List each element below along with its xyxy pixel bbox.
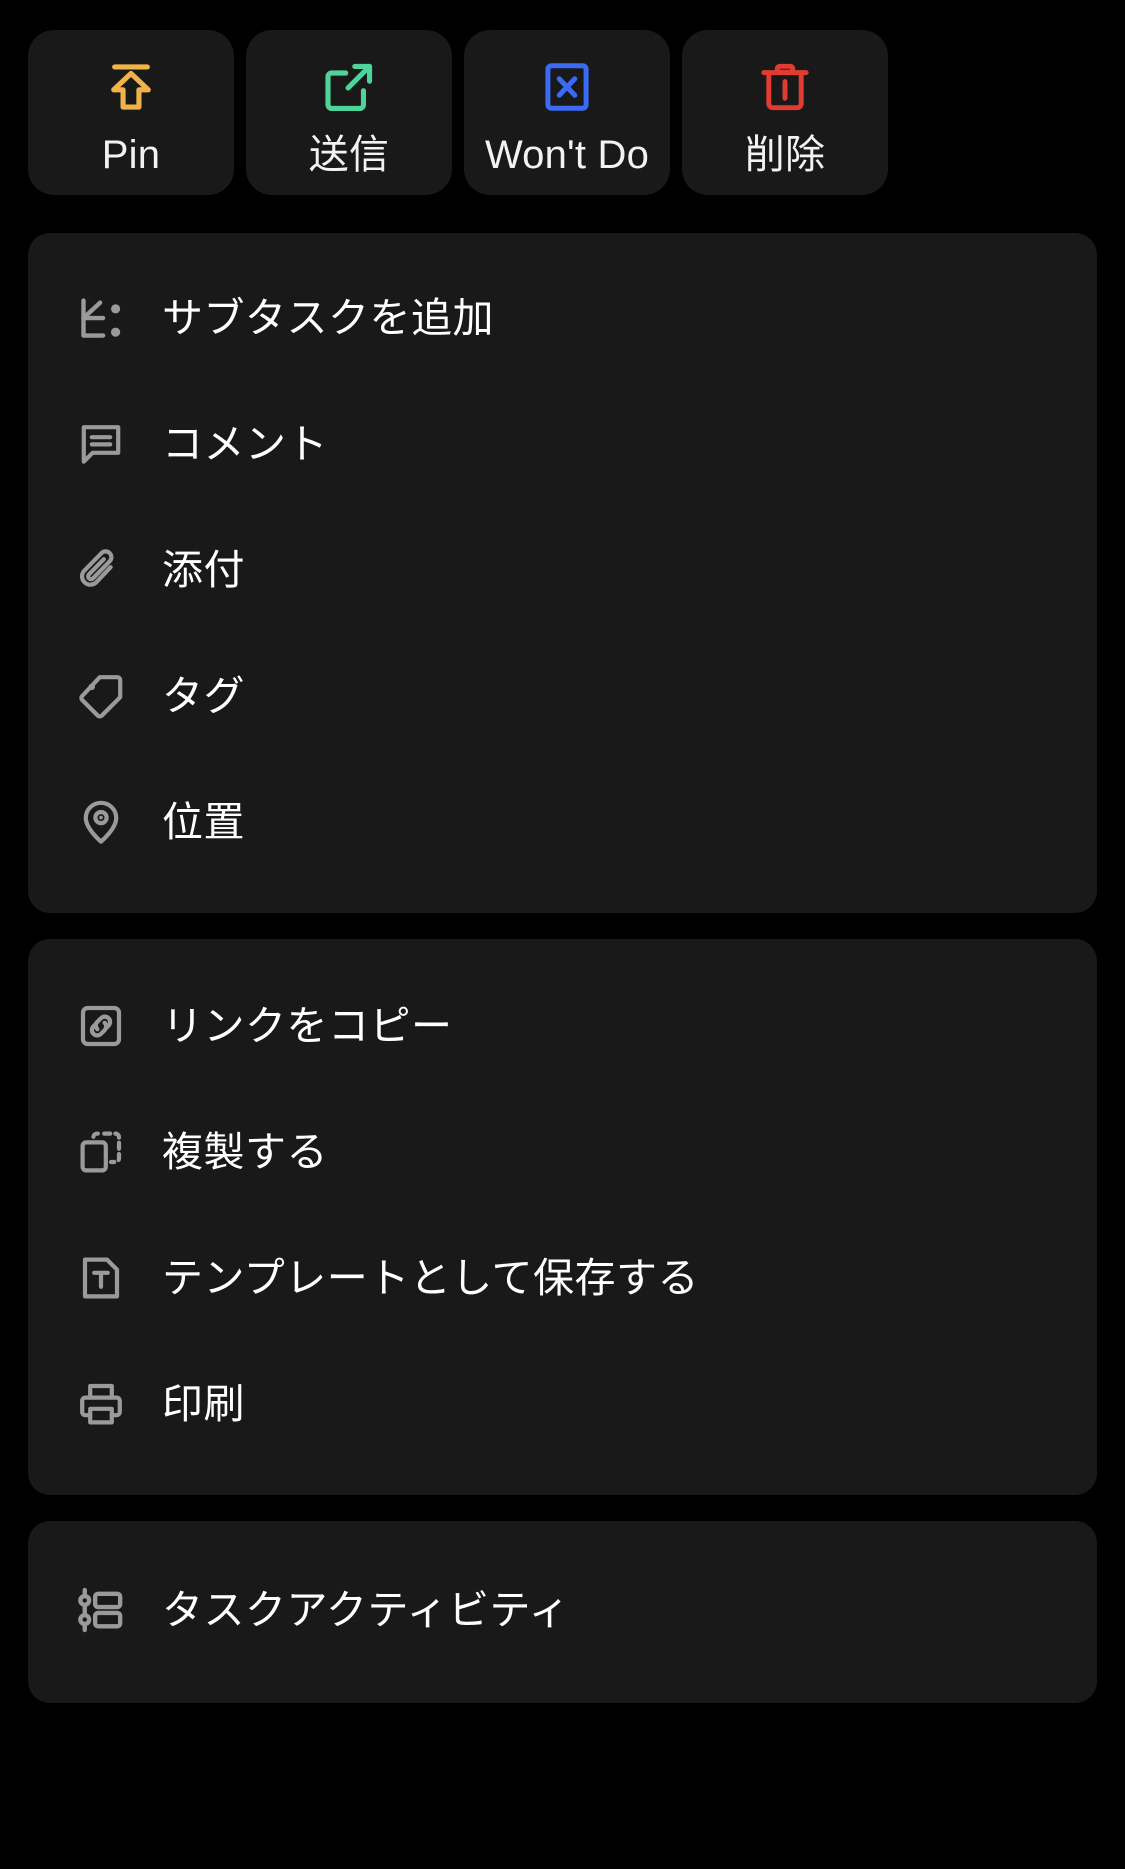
menu-item-label: 複製する — [162, 1129, 328, 1175]
paperclip-icon — [74, 543, 128, 597]
trash-icon — [754, 56, 816, 118]
menu-item-label: タスクアクティビティ — [162, 1587, 571, 1633]
quick-action-label: Won't Do — [484, 133, 650, 177]
menu-item-print[interactable]: 印刷 — [28, 1341, 1097, 1467]
menu-item-label: 添付 — [162, 547, 245, 593]
menu-item-task-activity[interactable]: タスクアクティビティ — [28, 1547, 1097, 1673]
pin-to-top-icon — [100, 56, 162, 118]
task-content-group: サブタスクを追加 コメント 添付 タグ 位置 — [28, 233, 1097, 913]
quick-action-label: Pin — [101, 133, 161, 177]
task-activity-group: タスクアクティビティ — [28, 1521, 1097, 1703]
quick-action-wont-do[interactable]: Won't Do — [464, 30, 670, 195]
menu-item-duplicate[interactable]: 複製する — [28, 1089, 1097, 1215]
menu-item-label: 印刷 — [162, 1381, 245, 1427]
x-square-icon — [536, 56, 598, 118]
tag-icon — [74, 669, 128, 723]
menu-item-label: テンプレートとして保存する — [162, 1255, 700, 1301]
menu-item-attachment[interactable]: 添付 — [28, 507, 1097, 633]
quick-action-label: 送信 — [308, 133, 390, 177]
printer-icon — [74, 1377, 128, 1431]
quick-actions-row: Pin 送信 Won't Do 削除 — [0, 0, 1125, 195]
comment-icon — [74, 417, 128, 471]
task-actions-group: リンクをコピー 複製する テンプレートとして保存する 印刷 — [28, 939, 1097, 1495]
menu-item-label: タグ — [162, 673, 245, 719]
save-template-icon — [74, 1251, 128, 1305]
quick-action-delete[interactable]: 削除 — [682, 30, 888, 195]
quick-action-send[interactable]: 送信 — [246, 30, 452, 195]
quick-action-pin[interactable]: Pin — [28, 30, 234, 195]
menu-item-label: コメント — [162, 421, 328, 467]
menu-item-location[interactable]: 位置 — [28, 759, 1097, 885]
menu-item-label: リンクをコピー — [162, 1003, 453, 1049]
menu-item-add-subtask[interactable]: サブタスクを追加 — [28, 255, 1097, 381]
menu-item-label: 位置 — [162, 799, 245, 845]
copy-link-icon — [74, 999, 128, 1053]
menu-item-copy-link[interactable]: リンクをコピー — [28, 963, 1097, 1089]
duplicate-icon — [74, 1125, 128, 1179]
menu-item-tag[interactable]: タグ — [28, 633, 1097, 759]
external-link-icon — [318, 56, 380, 118]
task-options-sheet: Pin 送信 Won't Do 削除 サブタスクを追加 コメント 添付 タグ 位… — [0, 0, 1125, 1869]
activity-list-icon — [74, 1583, 128, 1637]
location-pin-icon — [74, 795, 128, 849]
menu-item-label: サブタスクを追加 — [162, 295, 494, 341]
quick-action-label: 削除 — [744, 133, 826, 177]
menu-item-save-as-template[interactable]: テンプレートとして保存する — [28, 1215, 1097, 1341]
menu-item-comment[interactable]: コメント — [28, 381, 1097, 507]
subtask-icon — [74, 291, 128, 345]
